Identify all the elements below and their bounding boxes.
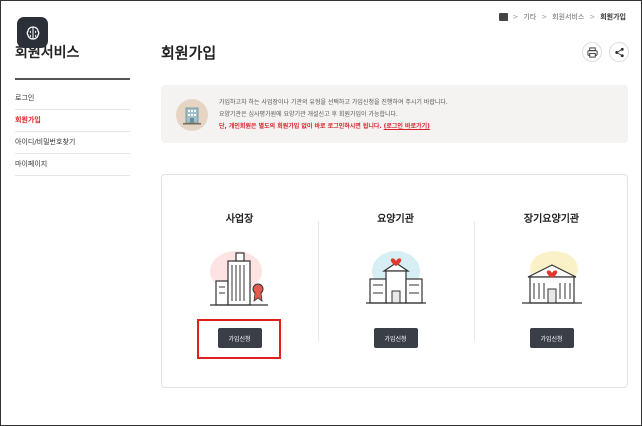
office-building-icon — [209, 251, 268, 306]
login-shortcut-link[interactable]: (로그인 바로가기) — [384, 123, 430, 130]
breadcrumb-item[interactable]: 회원서비스 — [552, 12, 584, 22]
card-title: 장기요양기관 — [523, 214, 580, 225]
care-facility-icon — [521, 251, 582, 304]
join-care-institution-button[interactable]: 가입신청 — [373, 328, 418, 348]
sidebar-item-signup[interactable]: 회원가입 — [15, 110, 130, 132]
card-care-institution: 요양기관 가입신청 — [318, 175, 473, 387]
join-long-term-care-button[interactable]: 가입신청 — [529, 328, 574, 348]
building-icon — [176, 99, 208, 131]
print-button[interactable] — [582, 42, 602, 62]
breadcrumb-current: 회원가입 — [600, 13, 626, 21]
breadcrumb-item[interactable]: 기타 — [523, 12, 536, 22]
breadcrumb: > 기타 > 회원서비스 > 회원가입 — [498, 12, 626, 22]
breadcrumb-separator: > — [541, 13, 548, 21]
card-title: 사업장 — [225, 214, 254, 225]
page-title: 회원가입 — [161, 44, 217, 62]
share-button[interactable] — [609, 42, 629, 62]
info-line-2: 요양기관은 심사평가원에 요양기관 개설신고 후 회원가입이 가능합니다. — [219, 111, 398, 118]
info-notice: 가입하고자 하는 사업장이나 기관의 유형을 선택하고 가입신청을 진행하여 주… — [161, 85, 628, 143]
brain-icon — [17, 17, 48, 48]
share-icon — [614, 47, 624, 57]
breadcrumb-separator: > — [512, 13, 519, 21]
home-icon[interactable] — [498, 13, 508, 21]
sidebar-divider — [15, 78, 130, 80]
highlight-box — [197, 319, 281, 359]
hospital-icon — [365, 251, 426, 304]
sidebar-item-find-account[interactable]: 아이디/비밀번호찾기 — [15, 132, 130, 154]
info-warning: 단, 개인회원은 별도의 회원가입 없이 바로 로그인하시면 됩니다. — [219, 123, 382, 130]
info-text: 가입하고자 하는 사업장이나 기관의 유형을 선택하고 가입신청을 진행하여 주… — [219, 97, 448, 133]
card-title: 요양기관 — [377, 214, 414, 225]
sidebar-menu: 로그인 회원가입 아이디/비밀번호찾기 마이페이지 — [15, 88, 130, 176]
card-long-term-care: 장기요양기관 가입신청 — [474, 175, 629, 387]
info-line-1: 가입하고자 하는 사업장이나 기관의 유형을 선택하고 가입신청을 진행하여 주… — [219, 99, 448, 106]
sidebar-item-mypage[interactable]: 마이페이지 — [15, 154, 130, 176]
breadcrumb-separator: > — [589, 13, 596, 21]
print-icon — [586, 46, 598, 58]
sidebar-item-login[interactable]: 로그인 — [15, 88, 130, 110]
